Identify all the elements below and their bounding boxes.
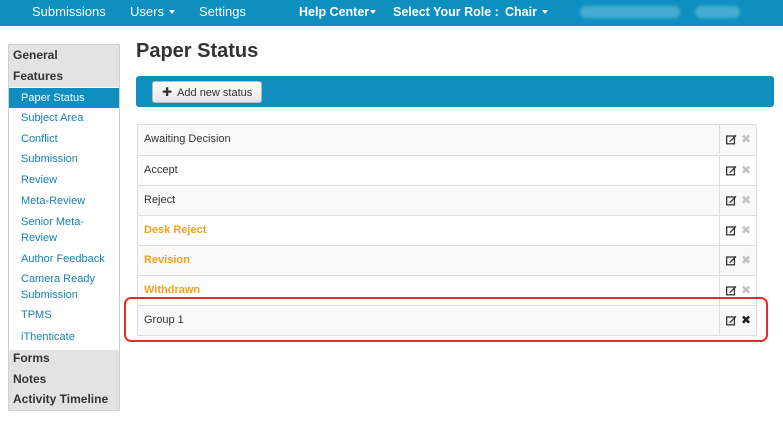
add-new-status-label: Add new status — [177, 87, 253, 99]
delete-icon[interactable]: ✖ — [741, 254, 751, 266]
edit-icon[interactable] — [726, 255, 737, 266]
sidebar-section-general[interactable]: General — [9, 45, 119, 66]
page-title: Paper Status — [136, 40, 259, 62]
row-actions: ✖ — [719, 156, 756, 185]
caret-down-icon — [370, 9, 377, 14]
add-new-status-button[interactable]: ✚ Add new status — [152, 81, 263, 103]
status-name: Reject — [144, 194, 176, 206]
delete-icon[interactable]: ✖ — [741, 133, 751, 145]
nav-submissions[interactable]: Submissions — [32, 0, 106, 26]
status-name: Desk Reject — [144, 224, 207, 236]
toolbar: ✚ Add new status — [136, 76, 774, 107]
status-name: Revision — [144, 254, 190, 266]
sidebar-item-meta-review[interactable]: Meta-Review — [9, 193, 119, 209]
table-row: Accept ✖ — [138, 155, 756, 185]
sidebar-section-notes[interactable]: Notes — [9, 369, 119, 390]
sidebar-section-features[interactable]: Features — [9, 66, 119, 87]
sidebar-item-camera-ready[interactable]: Camera Ready Submission — [9, 271, 119, 303]
table-row: Revision ✖ — [138, 245, 756, 275]
edit-icon[interactable] — [726, 285, 737, 296]
row-actions: ✖ — [719, 216, 756, 245]
row-actions: ✖ — [719, 246, 756, 275]
sidebar-item-review[interactable]: Review — [9, 172, 119, 188]
sidebar-section-activity-timeline[interactable]: Activity Timeline — [9, 389, 119, 410]
nav-help-center-label: Help Center — [299, 5, 370, 19]
logout-redacted[interactable] — [695, 6, 740, 18]
role-value: Chair — [505, 5, 537, 19]
sidebar-item-senior-meta-review[interactable]: Senior Meta-Review — [9, 214, 119, 246]
delete-icon[interactable]: ✖ — [741, 164, 751, 176]
caret-down-icon — [168, 9, 175, 14]
select-role-label: Select Your Role : — [393, 5, 499, 19]
plus-icon: ✚ — [162, 85, 173, 99]
delete-icon[interactable]: ✖ — [741, 194, 751, 206]
table-row: Reject ✖ — [138, 185, 756, 215]
status-name: Awaiting Decision — [144, 133, 231, 145]
sidebar-item-submission[interactable]: Submission — [9, 151, 119, 167]
sidebar-item-author-feedback[interactable]: Author Feedback — [9, 251, 119, 267]
top-navbar: Submissions Users Settings Help Center S… — [0, 0, 783, 26]
role-dropdown[interactable]: Chair — [505, 0, 548, 26]
sidebar-item-tpms[interactable]: TPMS — [9, 307, 119, 323]
nav-settings[interactable]: Settings — [199, 0, 246, 26]
table-row: Awaiting Decision ✖ — [138, 125, 756, 155]
nav-users-label: Users — [130, 4, 164, 19]
delete-icon[interactable]: ✖ — [741, 284, 751, 296]
nav-users[interactable]: Users — [130, 0, 175, 26]
row-actions: ✖ — [719, 186, 756, 215]
row-actions: ✖ — [719, 125, 756, 154]
sidebar-item-conflict[interactable]: Conflict — [9, 131, 119, 147]
user-name-redacted[interactable] — [580, 6, 680, 18]
sidebar: General Features Paper Status Subject Ar… — [8, 44, 120, 411]
delete-icon[interactable]: ✖ — [741, 224, 751, 236]
sidebar-item-paper-status[interactable]: Paper Status — [9, 88, 119, 108]
edit-icon[interactable] — [726, 134, 737, 145]
table-row: Desk Reject ✖ — [138, 215, 756, 245]
caret-down-icon — [541, 9, 548, 14]
edit-icon[interactable] — [726, 195, 737, 206]
highlight-annotation — [124, 297, 768, 342]
sidebar-item-subject-area[interactable]: Subject Area — [9, 110, 119, 126]
sidebar-item-ithenticate[interactable]: iThenticate — [9, 329, 119, 345]
sidebar-section-forms[interactable]: Forms — [9, 348, 119, 369]
edit-icon[interactable] — [726, 165, 737, 176]
status-name: Accept — [144, 164, 178, 176]
nav-help-center[interactable]: Help Center — [299, 0, 377, 26]
edit-icon[interactable] — [726, 225, 737, 236]
